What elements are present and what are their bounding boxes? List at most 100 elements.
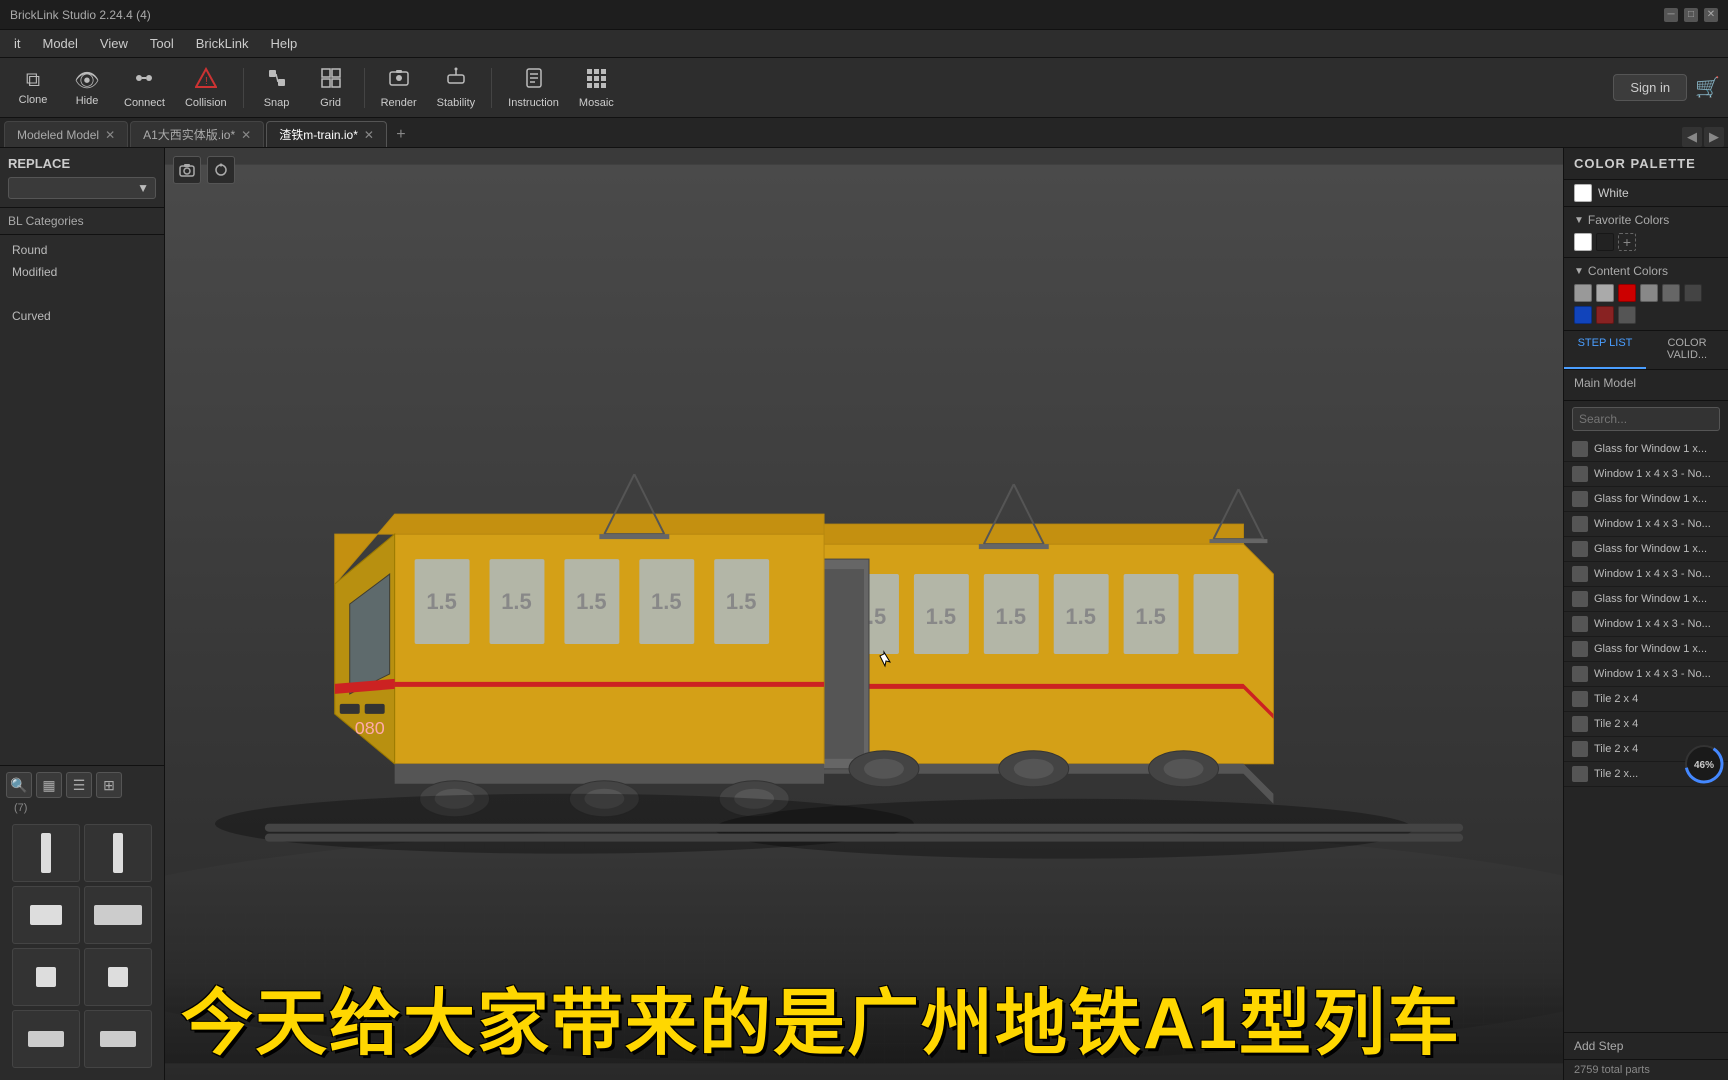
chevron-down-icon-2: ▼ xyxy=(1574,266,1584,277)
view-controls: 🔍 ▦ ☰ ⊞ xyxy=(6,772,158,798)
list-item[interactable]: Glass for Window 1 x... xyxy=(1564,437,1728,462)
menu-bricklink[interactable]: BrickLink xyxy=(186,33,259,54)
fav-swatch-0[interactable] xyxy=(1574,233,1592,251)
tab-train-model[interactable]: 渣铁m-train.io* ✕ xyxy=(266,121,387,147)
connect-icon xyxy=(133,67,155,95)
favorite-colors-header[interactable]: ▼ Favorite Colors xyxy=(1574,213,1718,227)
search-button[interactable]: 🔍 xyxy=(6,772,32,798)
minimize-button[interactable]: ─ xyxy=(1664,8,1678,22)
part-shape-4 xyxy=(36,967,56,987)
menu-tool[interactable]: Tool xyxy=(140,33,184,54)
hide-icon: 👁 xyxy=(74,68,99,93)
content-swatch-7[interactable] xyxy=(1596,306,1614,324)
part-item-1[interactable] xyxy=(84,824,152,882)
tab-add-button[interactable]: + xyxy=(389,123,413,147)
white-swatch[interactable] xyxy=(1574,184,1592,202)
result-count: (7) xyxy=(6,798,158,818)
category-curved[interactable]: Curved xyxy=(0,305,164,327)
content-swatch-1[interactable] xyxy=(1596,284,1614,302)
tab-a1-model[interactable]: A1大西实体版.io* ✕ xyxy=(130,121,264,147)
hide-button[interactable]: 👁 Hide xyxy=(62,64,112,111)
list-view-button[interactable]: ☰ xyxy=(66,772,92,798)
menu-help[interactable]: Help xyxy=(260,33,307,54)
content-swatch-3[interactable] xyxy=(1640,284,1658,302)
sign-in-button[interactable]: Sign in xyxy=(1613,74,1687,101)
add-color-button[interactable]: + xyxy=(1618,233,1636,251)
list-item[interactable]: Tile 2 x 4 xyxy=(1564,712,1728,737)
part-item-0[interactable] xyxy=(12,824,80,882)
close-button[interactable]: ✕ xyxy=(1704,8,1718,22)
part-item-7[interactable] xyxy=(84,1010,152,1068)
grid-view-button[interactable]: ▦ xyxy=(36,772,62,798)
tab-step-list[interactable]: STEP LIST xyxy=(1564,331,1646,369)
stability-button[interactable]: Stability xyxy=(429,63,484,113)
white-color-row: White xyxy=(1564,180,1728,207)
add-step-button[interactable]: Add Step xyxy=(1564,1032,1728,1059)
content-swatch-2[interactable] xyxy=(1618,284,1636,302)
part-name: Window 1 x 4 x 3 - No... xyxy=(1594,518,1720,530)
tab-color-valid[interactable]: COLOR VALID... xyxy=(1646,331,1728,369)
detail-view-button[interactable]: ⊞ xyxy=(96,772,122,798)
list-item[interactable]: Glass for Window 1 x... xyxy=(1564,587,1728,612)
list-item[interactable]: Glass for Window 1 x... xyxy=(1564,637,1728,662)
window-controls[interactable]: ─ □ ✕ xyxy=(1664,8,1718,22)
instruction-button[interactable]: Instruction xyxy=(500,63,567,113)
content-swatch-4[interactable] xyxy=(1662,284,1680,302)
content-colors-header[interactable]: ▼ Content Colors xyxy=(1574,264,1718,278)
list-item[interactable]: Tile 2 x 4 xyxy=(1564,687,1728,712)
part-name: Glass for Window 1 x... xyxy=(1594,593,1720,605)
subtitle-overlay: 今天给大家带来的是广州地铁A1型列车 xyxy=(165,975,1563,1080)
mosaic-button[interactable]: Mosaic xyxy=(571,63,622,113)
svg-text:080: 080 xyxy=(355,718,385,738)
content-swatch-8[interactable] xyxy=(1618,306,1636,324)
cart-icon[interactable]: 🛒 xyxy=(1695,75,1720,100)
list-item[interactable]: Window 1 x 4 x 3 - No... xyxy=(1564,512,1728,537)
render-button[interactable]: Render xyxy=(373,63,425,113)
svg-text:1.5: 1.5 xyxy=(996,604,1027,629)
list-item[interactable]: Window 1 x 4 x 3 - No... xyxy=(1564,612,1728,637)
viewport[interactable]: 1.5 1.5 1.5 1.5 1.5 xyxy=(165,148,1563,1080)
list-item[interactable]: Tile 2 x... 46% xyxy=(1564,762,1728,787)
clone-button[interactable]: ⧉ Clone xyxy=(8,65,58,110)
menu-model[interactable]: Model xyxy=(33,33,88,54)
maximize-button[interactable]: □ xyxy=(1684,8,1698,22)
list-item[interactable]: Window 1 x 4 x 3 - No... xyxy=(1564,462,1728,487)
category-round[interactable]: Round xyxy=(0,239,164,261)
list-item[interactable]: Window 1 x 4 x 3 - No... xyxy=(1564,562,1728,587)
part-item-6[interactable] xyxy=(12,1010,80,1068)
menu-view[interactable]: View xyxy=(90,33,138,54)
part-item-3[interactable] xyxy=(84,886,152,944)
list-item[interactable]: Glass for Window 1 x... xyxy=(1564,487,1728,512)
tab-modeled-model[interactable]: Modeled Model ✕ xyxy=(4,121,128,147)
tab-close-1[interactable]: ✕ xyxy=(241,128,251,142)
search-bar[interactable]: 🔍 xyxy=(1572,407,1720,431)
list-item[interactable]: Glass for Window 1 x... xyxy=(1564,537,1728,562)
grid-button[interactable]: Grid xyxy=(306,63,356,113)
part-item-5[interactable] xyxy=(84,948,152,1006)
panel-title: COLOR PALETTE xyxy=(1564,148,1728,180)
tab-close-2[interactable]: ✕ xyxy=(364,128,374,142)
chinese-subtitle: 今天给大家带来的是广州地铁A1型列车 xyxy=(181,985,1547,1064)
tab-next-button[interactable]: ▶ xyxy=(1704,127,1724,147)
replace-dropdown[interactable]: ▼ xyxy=(8,177,156,199)
svg-text:1.5: 1.5 xyxy=(576,589,607,614)
parts-list: Glass for Window 1 x... Window 1 x 4 x 3… xyxy=(1564,437,1728,1032)
content-swatch-6[interactable] xyxy=(1574,306,1592,324)
category-modified[interactable]: Modified xyxy=(0,261,164,283)
content-swatch-5[interactable] xyxy=(1684,284,1702,302)
menubar: it Model View Tool BrickLink Help xyxy=(0,30,1728,58)
part-item-2[interactable] xyxy=(12,886,80,944)
part-item-4[interactable] xyxy=(12,948,80,1006)
menu-it[interactable]: it xyxy=(4,33,31,54)
fav-swatch-1[interactable] xyxy=(1596,233,1614,251)
tab-close-0[interactable]: ✕ xyxy=(105,128,115,142)
content-swatch-0[interactable] xyxy=(1574,284,1592,302)
tab-prev-button[interactable]: ◀ xyxy=(1682,127,1702,147)
collision-button[interactable]: ! Collision xyxy=(177,63,235,113)
snap-button[interactable]: Snap xyxy=(252,63,302,113)
search-input[interactable] xyxy=(1579,412,1728,426)
camera-button[interactable] xyxy=(173,156,201,184)
list-item[interactable]: Window 1 x 4 x 3 - No... xyxy=(1564,662,1728,687)
connect-button[interactable]: Connect xyxy=(116,63,173,113)
rotate-button[interactable] xyxy=(207,156,235,184)
